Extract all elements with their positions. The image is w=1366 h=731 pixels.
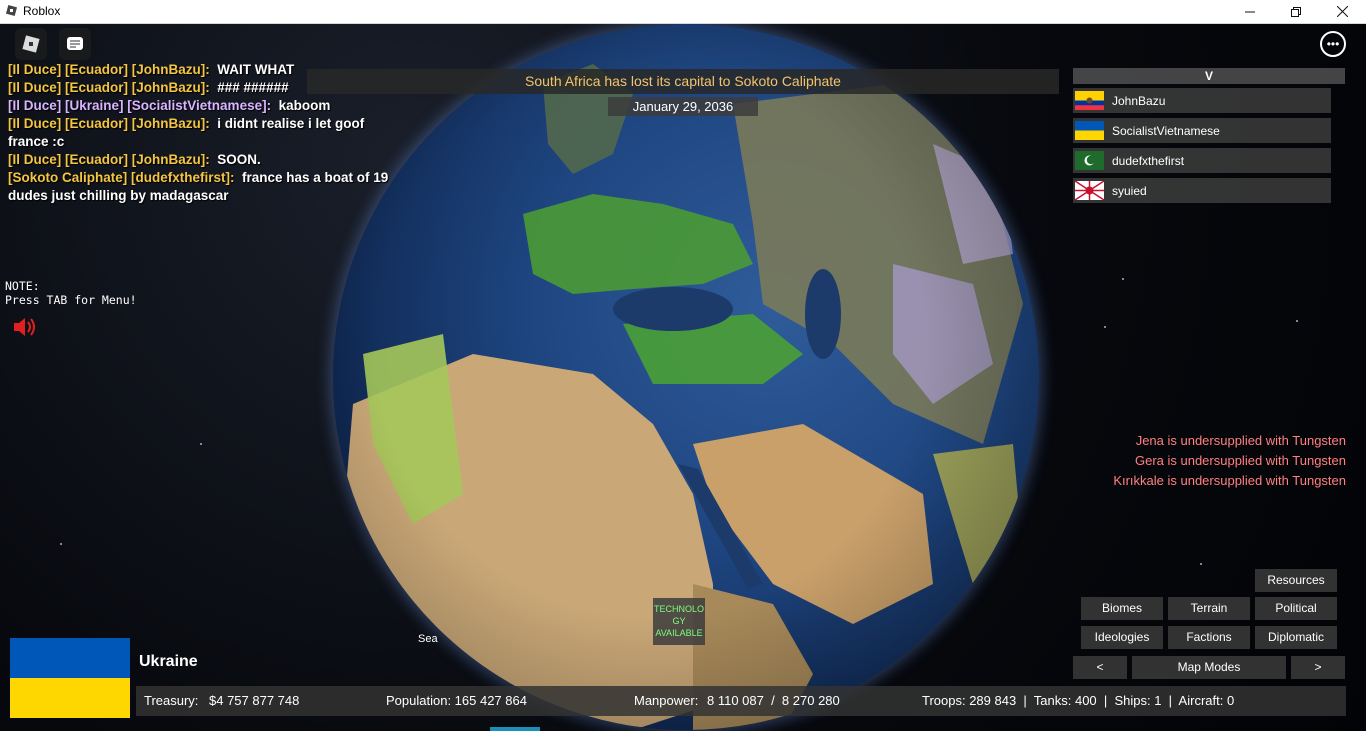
game-date: January 29, 2036	[608, 97, 758, 116]
chat-tag: [Il Duce] [Ecuador] [JohnBazu]:	[8, 62, 210, 77]
ukraine-flag-icon	[10, 638, 130, 718]
map-mode-prev-button[interactable]: <	[1073, 656, 1127, 679]
star	[1296, 320, 1298, 322]
chat-text: kaboom	[278, 98, 331, 113]
supply-warning: Jena is undersupplied with Tungsten	[1135, 433, 1346, 448]
player-name: syuied	[1112, 183, 1147, 198]
player-name: SocialistVietnamese	[1112, 123, 1220, 138]
star	[1200, 563, 1202, 565]
player-entry[interactable]: SocialistVietnamese	[1073, 118, 1331, 143]
terrain-mode-button[interactable]: Terrain	[1168, 597, 1250, 620]
ecuador-flag-icon	[1075, 91, 1104, 110]
manpower-value: 8 110 087 / 8 270 280	[707, 693, 840, 708]
chat-message: [Sokoto Caliphate] [dudefxthefirst]: fra…	[8, 169, 398, 205]
player-entry[interactable]: syuied	[1073, 178, 1331, 203]
factions-mode-button[interactable]: Factions	[1168, 626, 1250, 649]
chat-message: [Il Duce] [Ukraine] [SocialistVietnamese…	[8, 97, 398, 115]
biomes-mode-button[interactable]: Biomes	[1081, 597, 1163, 620]
minimize-button[interactable]	[1227, 0, 1273, 23]
military-value: Troops: 289 843 | Tanks: 400 | Ships: 1 …	[922, 693, 1235, 708]
roblox-logo-icon	[22, 35, 40, 53]
stats-bar: Treasury: $4 757 877 748 Population: 165…	[136, 686, 1346, 716]
roblox-app-icon	[5, 4, 18, 17]
map-modes-button[interactable]: Map Modes	[1132, 656, 1286, 679]
star	[1122, 278, 1124, 280]
chat-tag: [Il Duce] [Ecuador] [JohnBazu]:	[8, 116, 210, 131]
game-viewport[interactable]: ••• [Il Duce] [Ecuador] [JohnBazu]: WAIT…	[0, 23, 1366, 731]
player-list-toggle[interactable]: V	[1073, 68, 1345, 84]
menu-note: NOTE: Press TAB for Menu!	[5, 279, 137, 307]
event-notice: South Africa has lost its capital to Sok…	[307, 69, 1059, 94]
chat-message: [Il Duce] [Ecuador] [JohnBazu]: SOON.	[8, 151, 398, 169]
population-value: Population: 165 427 864	[386, 693, 527, 708]
political-mode-button[interactable]: Political	[1255, 597, 1337, 620]
sea-label: Sea	[418, 633, 438, 645]
country-name: Ukraine	[139, 653, 198, 670]
progress-indicator	[490, 727, 540, 731]
close-button[interactable]	[1319, 0, 1365, 23]
player-entry[interactable]: JohnBazu	[1073, 88, 1331, 113]
chat-icon	[67, 37, 83, 50]
more-icon: •••	[1326, 37, 1340, 51]
star	[200, 443, 202, 445]
more-options-button[interactable]: •••	[1320, 31, 1346, 57]
window-title: Roblox	[23, 4, 61, 18]
ideologies-mode-button[interactable]: Ideologies	[1081, 626, 1163, 649]
technology-available-button[interactable]: TECHNOLO GY AVAILABLE	[653, 598, 705, 645]
chat-tag: [Il Duce] [Ukraine] [SocialistVietnamese…	[8, 98, 272, 113]
star	[1104, 326, 1106, 328]
maximize-button[interactable]	[1273, 0, 1319, 23]
player-name: dudefxthefirst	[1112, 153, 1185, 168]
map-mode-next-button[interactable]: >	[1291, 656, 1345, 679]
diplomatic-mode-button[interactable]: Diplomatic	[1255, 626, 1337, 649]
minimize-icon	[1245, 11, 1255, 12]
treasury-value: $4 757 877 748	[209, 693, 300, 708]
chat-tag: [Sokoto Caliphate] [dudefxthefirst]:	[8, 170, 235, 185]
chat-tag: [Il Duce] [Ecuador] [JohnBazu]:	[8, 152, 210, 167]
manpower-label: Manpower:	[634, 693, 699, 708]
close-icon	[1336, 6, 1348, 17]
supply-warning: Kırıkkale is undersupplied with Tungsten	[1113, 473, 1346, 488]
treasury-label: Treasury:	[144, 693, 199, 708]
chat-text: SOON.	[217, 152, 261, 167]
resources-mode-button[interactable]: Resources	[1255, 569, 1337, 592]
crescent-flag-icon	[1075, 151, 1104, 170]
window-titlebar: Roblox	[0, 0, 1366, 24]
ukraine-flag-icon	[1075, 121, 1104, 140]
player-name: JohnBazu	[1112, 93, 1166, 108]
chat-text: ### ######	[217, 80, 289, 95]
chat-tag: [Il Duce] [Ecuador] [JohnBazu]:	[8, 80, 210, 95]
restore-icon	[1291, 6, 1301, 17]
player-entry[interactable]: dudefxthefirst	[1073, 148, 1331, 173]
speaker-icon[interactable]	[12, 315, 38, 339]
rising-sun-flag-icon	[1075, 181, 1104, 200]
chat-toggle-button[interactable]	[59, 28, 91, 60]
chat-text: WAIT WHAT	[217, 62, 295, 77]
chat-message: [Il Duce] [Ecuador] [JohnBazu]: i didnt …	[8, 115, 398, 151]
star	[60, 543, 62, 545]
supply-warning: Gera is undersupplied with Tungsten	[1134, 453, 1346, 468]
roblox-menu-button[interactable]	[15, 28, 47, 60]
